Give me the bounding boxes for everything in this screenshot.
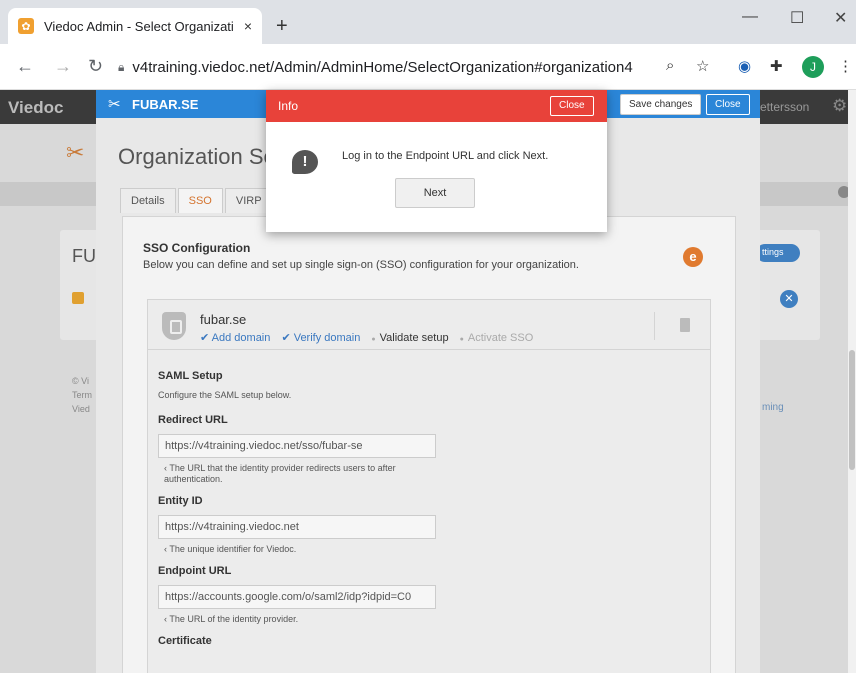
browser-tab-bar: ✿ Viedoc Admin - Select Organizati × + —… [0, 0, 856, 44]
browser-toolbar: ← → ↻ 🔒︎ v4training.viedoc.net/Admin/Adm… [0, 44, 856, 90]
url-path: /Admin/AdminHome/SelectOrganization#orga… [269, 58, 633, 76]
saml-heading: SAML Setup [158, 370, 223, 382]
entity-id-field[interactable]: https://v4training.viedoc.net [158, 515, 436, 539]
footer-line: Vied [72, 404, 90, 414]
menu-kebab-icon[interactable]: ⋮ [838, 57, 853, 75]
redirect-url-field[interactable]: https://v4training.viedoc.net/sso/fubar-… [158, 434, 436, 458]
redirect-url-help-text: The URL that the identity provider redir… [164, 463, 396, 484]
gear-icon[interactable]: ⚙ [832, 96, 847, 116]
step-verify-domain: ✔ Verify domain [281, 332, 361, 344]
save-changes-button[interactable]: Save changes [620, 94, 702, 115]
sso-steps: ✔ Add domain ✔ Verify domain ● Validate s… [200, 331, 533, 344]
lock-icon: 🔒︎ [118, 59, 125, 74]
back-icon[interactable]: ← [16, 56, 34, 77]
settings-tabs: Details SSO VIRP [120, 188, 275, 213]
footer-line: © Vi [72, 376, 89, 386]
next-button[interactable]: Next [395, 178, 475, 208]
domain-config-box: fubar.se ✔ Add domain ✔ Verify domain ● V… [147, 299, 711, 673]
background-org-label: FU [72, 246, 96, 266]
endpoint-url-help-text: The URL of the identity provider. [169, 614, 299, 624]
reload-icon[interactable]: ↻ [88, 56, 103, 77]
minimize-icon[interactable]: — [742, 8, 758, 26]
background-link[interactable]: ming [762, 402, 784, 413]
entity-id-help-text: The unique identifier for Viedoc. [169, 544, 297, 554]
entity-id-label: Entity ID [158, 495, 203, 507]
viedoc-favicon-icon: ✿ [18, 18, 34, 34]
zoom-icon[interactable]: ⌕ [666, 57, 674, 74]
step-activate-sso: Activate SSO [467, 332, 534, 344]
tab-close-icon[interactable]: × [244, 18, 252, 34]
domain-name: fubar.se [200, 312, 247, 327]
background-tools-icon[interactable]: ✕ [780, 290, 798, 308]
url-text: v4training.viedoc.net/Admin/AdminHome/Se… [132, 59, 632, 76]
info-message: Log in to the Endpoint URL and click Nex… [342, 150, 549, 162]
background-footer: © Vi Term Vied [72, 374, 92, 416]
info-modal: Info Close ! Log in to the Endpoint URL … [266, 90, 607, 232]
viedoc-e-icon: e [683, 247, 703, 267]
step-dot-icon: ● [459, 336, 464, 343]
info-modal-header: Info Close [266, 90, 607, 122]
step-validate-setup: Validate setup [379, 332, 449, 344]
step-add-domain: ✔ Add domain [200, 332, 271, 344]
maximize-icon[interactable]: ☐ [790, 8, 804, 28]
speech-bubble-icon: ! [292, 150, 318, 174]
footer-line: Term [72, 390, 92, 400]
password-manager-icon[interactable]: ◉ [738, 57, 751, 75]
window-close-icon[interactable]: ✕ [834, 8, 847, 28]
forward-icon[interactable]: → [54, 56, 72, 77]
bookmark-star-icon[interactable]: ☆ [696, 57, 709, 75]
certificate-label: Certificate [158, 635, 212, 647]
tools-icon: ✂ [108, 96, 121, 113]
background-settings-button[interactable]: ttings [756, 244, 800, 262]
saml-subtitle: Configure the SAML setup below. [158, 390, 292, 400]
sso-heading: SSO Configuration [143, 241, 251, 255]
page-title: Organization Se [118, 144, 276, 169]
endpoint-url-label: Endpoint URL [158, 565, 232, 577]
admin-tools-icon: ✂ [66, 140, 85, 165]
browser-tab[interactable]: ✿ Viedoc Admin - Select Organizati × [8, 8, 262, 44]
user-name[interactable]: ettersson [760, 100, 809, 114]
info-modal-title: Info [278, 99, 299, 113]
sso-panel: SSO Configuration Below you can define a… [122, 216, 736, 673]
url-host: v4training.viedoc.net [132, 58, 270, 76]
tab-sso[interactable]: SSO [177, 188, 223, 213]
step-dot-icon: ● [371, 336, 376, 343]
domain-header: fubar.se ✔ Add domain ✔ Verify domain ● V… [148, 300, 710, 350]
background-badge [72, 292, 84, 304]
endpoint-url-help: ‹ The URL of the identity provider. [164, 614, 299, 624]
shield-lock-icon [162, 312, 186, 340]
new-tab-button[interactable]: + [276, 16, 288, 36]
tab-details[interactable]: Details [120, 188, 176, 213]
extensions-icon[interactable]: ✚ [770, 57, 783, 75]
info-close-button[interactable]: Close [550, 96, 594, 116]
trash-icon[interactable] [680, 318, 690, 332]
dialog-close-button[interactable]: Close [706, 94, 750, 115]
profile-avatar[interactable]: J [802, 56, 824, 78]
organization-name: FUBAR.SE [132, 97, 199, 112]
sso-description: Below you can define and set up single s… [143, 259, 579, 271]
entity-id-help: ‹ The unique identifier for Viedoc. [164, 544, 297, 554]
redirect-url-label: Redirect URL [158, 414, 228, 426]
tab-title: Viedoc Admin - Select Organizati [44, 18, 234, 34]
endpoint-url-field[interactable]: https://accounts.google.com/o/saml2/idp?… [158, 585, 436, 609]
saml-setup-form: SAML Setup Configure the SAML setup belo… [158, 370, 698, 655]
viedoc-logo: Viedoc [8, 98, 64, 117]
scrollbar-thumb[interactable] [849, 350, 855, 470]
address-bar[interactable]: 🔒︎ v4training.viedoc.net/Admin/AdminHome… [118, 53, 678, 81]
redirect-url-help: ‹ The URL that the identity provider red… [164, 463, 396, 484]
divider [654, 312, 655, 340]
